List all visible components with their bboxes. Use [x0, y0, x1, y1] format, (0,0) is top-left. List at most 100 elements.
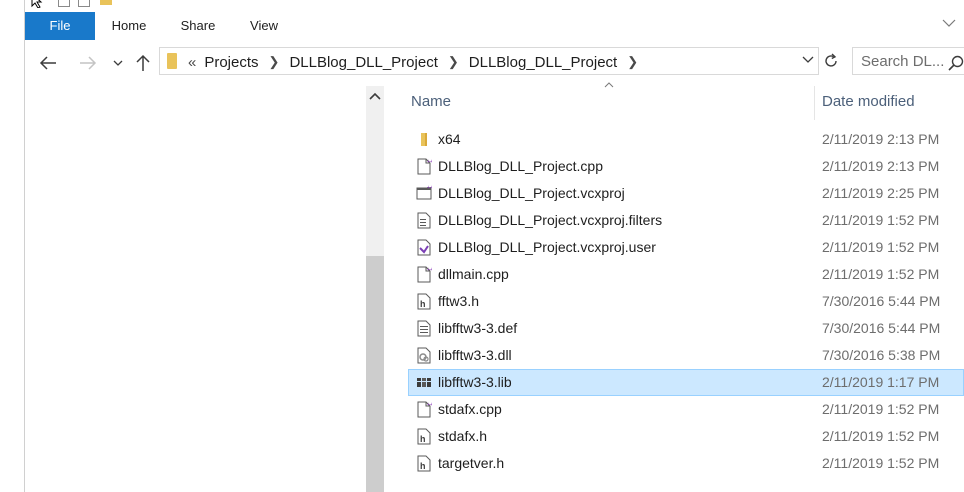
file-date: 7/30/2016 5:38 PM	[822, 347, 941, 363]
tab-home[interactable]: Home	[103, 12, 155, 40]
file-name: x64	[438, 131, 461, 147]
svg-text:++: ++	[427, 402, 432, 408]
file-name: libfftw3-3.dll	[438, 347, 512, 363]
list-item[interactable]: x64 2/11/2019 2:13 PM	[408, 126, 964, 153]
address-folder-icon	[167, 53, 177, 69]
forward-arrow-icon	[80, 56, 97, 70]
up-arrow-icon	[136, 54, 150, 71]
file-name: DLLBlog_DLL_Project.cpp	[438, 158, 603, 174]
file-name: dllmain.cpp	[438, 266, 509, 282]
lib-file-icon	[417, 378, 431, 387]
file-date: 2/11/2019 1:52 PM	[822, 428, 940, 444]
file-name: targetver.h	[438, 455, 505, 471]
search-placeholder[interactable]: Search DL...	[861, 53, 944, 70]
address-history-chevron-icon[interactable]	[802, 55, 814, 65]
qat-new-folder-icon[interactable]	[78, 0, 90, 7]
list-item[interactable]: ++ dllmain.cpp 2/11/2019 1:52 PM	[408, 261, 964, 288]
list-item[interactable]: libfftw3-3.def 7/30/2016 5:44 PM	[408, 315, 964, 342]
refresh-button[interactable]	[818, 47, 844, 75]
file-date: 2/11/2019 1:52 PM	[822, 455, 940, 471]
file-date: 2/11/2019 1:52 PM	[822, 401, 940, 417]
list-item[interactable]: ++ DLLBlog_DLL_Project.vcxproj 2/11/2019…	[408, 180, 964, 207]
svg-text:++: ++	[427, 185, 432, 191]
breadcrumb-separator-icon[interactable]: ❯	[627, 54, 638, 70]
file-date: 2/11/2019 1:52 PM	[822, 212, 940, 228]
cpp-file-icon: ++	[417, 158, 432, 175]
column-header-date-modified[interactable]: Date modified	[822, 93, 915, 110]
list-item[interactable]: libfftw3-3.dll 7/30/2016 5:38 PM	[408, 342, 964, 369]
list-item[interactable]: DLLBlog_DLL_Project.vcxproj.filters 2/11…	[408, 207, 964, 234]
title-folder-icon	[100, 0, 112, 5]
list-item[interactable]: h fftw3.h 7/30/2016 5:44 PM	[408, 288, 964, 315]
svg-text:h: h	[420, 299, 426, 309]
file-date: 2/11/2019 2:13 PM	[822, 158, 940, 174]
breadcrumb-overflow[interactable]: «	[188, 54, 196, 71]
text-file-icon	[417, 320, 431, 337]
cpp-file-icon: ++	[417, 266, 432, 283]
svg-text:++: ++	[427, 267, 432, 273]
file-date: 2/11/2019 1:52 PM	[822, 239, 940, 255]
mouse-cursor-icon	[31, 0, 43, 8]
svg-text:++: ++	[427, 159, 432, 165]
file-name: libfftw3-3.lib	[438, 374, 512, 390]
tab-share[interactable]: Share	[171, 12, 225, 40]
folder-icon	[421, 133, 427, 146]
header-file-icon: h	[417, 428, 431, 445]
tab-view[interactable]: View	[241, 12, 287, 40]
dll-file-icon	[417, 347, 431, 364]
breadcrumb-projects[interactable]: Projects	[204, 54, 258, 71]
svg-text:h: h	[420, 434, 426, 444]
svg-text:h: h	[420, 461, 426, 471]
list-item[interactable]: h stdafx.h 2/11/2019 1:52 PM	[408, 423, 964, 450]
file-date: 7/30/2016 5:44 PM	[822, 320, 941, 336]
header-file-icon: h	[417, 455, 431, 472]
vcxproj-file-icon: ++	[416, 185, 432, 200]
breadcrumb: « Projects ❯ DLLBlog_DLL_Project ❯ DLLBl…	[188, 53, 648, 71]
vs-user-file-icon	[417, 239, 431, 256]
refresh-icon	[825, 53, 837, 67]
back-button[interactable]	[36, 50, 60, 76]
recent-locations-button[interactable]	[110, 50, 126, 76]
breadcrumb-project-folder[interactable]: DLLBlog_DLL_Project	[469, 54, 617, 71]
chevron-up-icon	[369, 92, 381, 100]
file-name: libfftw3-3.def	[438, 320, 518, 336]
column-header-name[interactable]: Name	[411, 93, 451, 110]
window-left-border	[24, 0, 25, 492]
breadcrumb-solution-folder[interactable]: DLLBlog_DLL_Project	[289, 54, 437, 71]
file-name: stdafx.cpp	[438, 401, 502, 417]
list-item-selected[interactable]: libfftw3-3.lib 2/11/2019 1:17 PM	[408, 369, 964, 396]
column-divider[interactable]	[814, 86, 815, 120]
header-file-icon: h	[417, 293, 431, 310]
file-name: DLLBlog_DLL_Project.vcxproj	[438, 185, 625, 201]
list-item[interactable]: ++ stdafx.cpp 2/11/2019 1:52 PM	[408, 396, 964, 423]
expand-ribbon-chevron-icon[interactable]	[942, 18, 956, 28]
file-name: fftw3.h	[438, 293, 479, 309]
list-item[interactable]: h targetver.h 2/11/2019 1:52 PM	[408, 450, 964, 477]
search-icon[interactable]	[948, 55, 964, 71]
file-list: x64 2/11/2019 2:13 PM ++ DLLBlog_DLL_Pro…	[408, 126, 964, 477]
qat-properties-icon[interactable]	[58, 0, 70, 7]
tab-file[interactable]: File	[25, 12, 95, 40]
cpp-file-icon: ++	[417, 401, 432, 418]
file-date: 2/11/2019 1:17 PM	[822, 374, 940, 390]
file-name: stdafx.h	[438, 428, 488, 444]
file-name: DLLBlog_DLL_Project.vcxproj.filters	[438, 212, 663, 228]
list-item[interactable]: ++ DLLBlog_DLL_Project.cpp 2/11/2019 2:1…	[408, 153, 964, 180]
file-date: 2/11/2019 2:25 PM	[822, 185, 940, 201]
filters-file-icon	[417, 212, 431, 229]
scrollbar-thumb[interactable]	[366, 256, 384, 492]
forward-button[interactable]	[76, 50, 100, 76]
file-date: 2/11/2019 2:13 PM	[822, 131, 940, 147]
up-button[interactable]	[132, 50, 154, 76]
title-bar	[0, 0, 964, 8]
sort-ascending-icon	[604, 82, 614, 88]
scroll-up-button[interactable]	[366, 86, 384, 106]
file-date: 2/11/2019 1:52 PM	[822, 266, 940, 282]
list-item[interactable]: DLLBlog_DLL_Project.vcxproj.user 2/11/20…	[408, 234, 964, 261]
file-date: 7/30/2016 5:44 PM	[822, 293, 941, 309]
breadcrumb-separator-icon[interactable]: ❯	[448, 54, 459, 70]
breadcrumb-separator-icon[interactable]: ❯	[269, 54, 280, 70]
chevron-down-icon	[113, 60, 123, 66]
file-name: DLLBlog_DLL_Project.vcxproj.user	[438, 239, 656, 255]
ribbon-tabs: File Home Share View	[25, 12, 964, 40]
